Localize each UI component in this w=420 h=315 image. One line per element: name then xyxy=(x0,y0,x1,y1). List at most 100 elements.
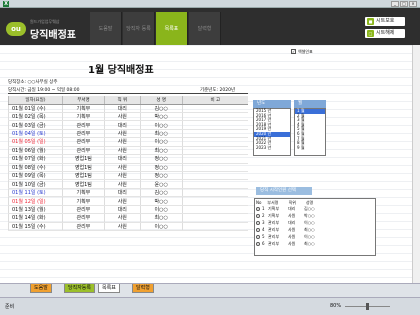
tab-help[interactable]: 도움말 xyxy=(90,12,122,45)
employee-row[interactable]: 4 관리부 사원 최○○ xyxy=(256,227,374,233)
employee-row[interactable]: 3 관리부 대리 이○○ xyxy=(256,220,374,226)
tab-list[interactable]: 목록표 xyxy=(156,12,188,45)
employee-dept: 관리부 xyxy=(268,227,280,232)
duty-location: 당직장소: ○○사무실 상주 xyxy=(8,80,58,85)
table-row: 01월 04일 (토) 관리부 사원 최○○ xyxy=(8,129,248,139)
table-cell-dept: 영업1팀 xyxy=(61,154,105,164)
table-cell-dept: 관리부 xyxy=(61,205,105,215)
table-cell-name: 박○○ xyxy=(139,112,183,122)
employee-dept: 관리부 xyxy=(268,234,280,239)
sheet-tab[interactable]: 목록표 xyxy=(98,284,120,293)
table-cell-dept: 기획부 xyxy=(61,112,105,122)
close-button[interactable]: × xyxy=(409,1,417,7)
option-checkbox[interactable]: ✓ xyxy=(291,49,296,54)
table-cell-note xyxy=(181,205,248,215)
table-cell-note xyxy=(181,129,248,139)
employee-pos: 대리 xyxy=(288,220,296,225)
employee-dept: 기획부 xyxy=(268,206,280,211)
table-cell-date: 01월 13일 (월) xyxy=(8,205,63,215)
radio-icon[interactable] xyxy=(256,228,260,232)
list-item[interactable]: 2023 년 xyxy=(254,145,290,151)
table-cell-pos: 대리 xyxy=(103,188,141,198)
table-cell-dept: 관리부 xyxy=(61,146,105,156)
unprotect-sheet-button[interactable]: □ 시트해제 xyxy=(365,29,405,38)
table-cell-date: 01월 10일 (금) xyxy=(8,179,63,189)
table-cell-note xyxy=(181,137,248,147)
tab-calendar[interactable]: 달력형 xyxy=(189,12,221,45)
radio-icon[interactable] xyxy=(256,214,260,218)
table-cell-date: 01월 03일 (금) xyxy=(8,120,63,130)
window-titlebar: X _ □ × xyxy=(0,0,420,8)
employee-row[interactable]: 5 관리부 사원 이○○ xyxy=(256,234,374,240)
table-row: 01월 09일 (목) 영업1팀 사원 정○○ xyxy=(8,171,248,181)
table-cell-note xyxy=(181,213,248,223)
table-cell-name: 정○○ xyxy=(139,154,183,164)
list-item[interactable]: 9 월 xyxy=(295,145,325,151)
vertical-scrollbar[interactable] xyxy=(412,45,420,283)
table-cell-name: 이○○ xyxy=(139,205,183,215)
maximize-button[interactable]: □ xyxy=(400,1,408,7)
table-cell-name: 이○○ xyxy=(139,137,183,147)
employee-dept: 관리부 xyxy=(268,241,280,246)
table-header-cell: 비 고 xyxy=(181,96,248,105)
status-ready: 준비 xyxy=(5,304,15,310)
table-cell-note xyxy=(181,120,248,130)
unprotect-label: 시트해제 xyxy=(376,30,395,36)
employee-pos: 사원 xyxy=(288,227,296,232)
radio-icon[interactable] xyxy=(256,242,260,246)
table-cell-dept: 관리부 xyxy=(61,137,105,147)
table-row: 01월 12일 (일) 기획부 사원 박○○ xyxy=(8,196,248,206)
table-cell-note xyxy=(181,163,248,173)
radio-icon[interactable] xyxy=(256,207,260,211)
sheet-tab[interactable]: 도움말 xyxy=(30,284,52,293)
employee-name: 최○○ xyxy=(304,227,315,232)
table-cell-name: 이○○ xyxy=(139,222,183,232)
table-cell-name: 윤○○ xyxy=(139,179,183,189)
month-listbox[interactable]: 1 월2 월3 월4 월5 월6 월7 월8 월9 월 xyxy=(294,108,326,156)
table-row: 01월 10일 (금) 영업1팀 사원 윤○○ xyxy=(8,179,248,189)
table-cell-name: 정○○ xyxy=(139,163,183,173)
radio-icon[interactable] xyxy=(256,235,260,239)
table-cell-pos: 대리 xyxy=(103,120,141,130)
table-cell-dept: 관리부 xyxy=(61,222,105,232)
logo-icon: ou xyxy=(6,22,26,36)
start-select-button[interactable]: 당직 시작인원 선택 xyxy=(256,187,312,195)
title-divider xyxy=(8,93,248,94)
table-cell-pos: 사원 xyxy=(103,146,141,156)
year-listbox[interactable]: 2015 년 2016 년 2017 년 2018 년 2019 년 2020 년 2021… xyxy=(253,108,291,156)
sheet-tab[interactable]: 달력형 xyxy=(132,284,154,293)
table-cell-dept: 관리부 xyxy=(61,120,105,130)
protect-sheet-button[interactable]: ■ 시트보호 xyxy=(365,17,405,26)
table-row: 01월 02일 (목) 기획부 사원 박○○ xyxy=(8,112,248,122)
table-cell-pos: 사원 xyxy=(103,112,141,122)
table-cell-pos: 사원 xyxy=(103,171,141,181)
table-cell-name: 김○○ xyxy=(139,104,183,113)
table-cell-name: 김○○ xyxy=(139,188,183,198)
employee-dept: 기획부 xyxy=(268,213,280,218)
month-panel-title: 월 xyxy=(294,100,326,108)
app-title: 당직배정표 xyxy=(30,30,76,41)
radio-icon[interactable] xyxy=(256,221,260,225)
sheet-tab[interactable]: 당직자등록 xyxy=(64,284,96,293)
zoom-level: 80% xyxy=(330,303,342,309)
table-cell-dept: 관리부 xyxy=(61,129,105,139)
app-subtitle: 원드가업업무웨삼 xyxy=(30,19,60,24)
table-cell-dept: 영업1팀 xyxy=(61,179,105,189)
employee-row[interactable]: 1 기획부 대리 김○○ xyxy=(256,206,374,212)
table-cell-date: 01월 09일 (목) xyxy=(8,171,63,181)
table-cell-note xyxy=(181,188,248,198)
table-cell-note xyxy=(181,196,248,206)
table-cell-dept: 영업1팀 xyxy=(61,171,105,181)
minimize-button[interactable]: _ xyxy=(391,1,399,7)
table-cell-date: 01월 14일 (화) xyxy=(8,213,63,223)
tab-register[interactable]: 당직자 등록 xyxy=(123,12,155,45)
table-row: 01월 03일 (금) 관리부 대리 이○○ xyxy=(8,120,248,130)
zoom-slider-thumb[interactable] xyxy=(366,303,369,310)
table-header-cell: 부서명 xyxy=(61,96,105,105)
table-cell-note xyxy=(181,104,248,113)
employee-row[interactable]: 2 기획부 사원 박○○ xyxy=(256,213,374,219)
table-row: 01월 07일 (화) 영업1팀 대리 정○○ xyxy=(8,154,248,164)
table-row: 01월 11일 (토) 기획부 대리 김○○ xyxy=(8,188,248,198)
employee-row[interactable]: 6 관리부 사원 최○○ xyxy=(256,241,374,247)
table-row: 01월 05일 (일) 관리부 사원 이○○ xyxy=(8,137,248,147)
